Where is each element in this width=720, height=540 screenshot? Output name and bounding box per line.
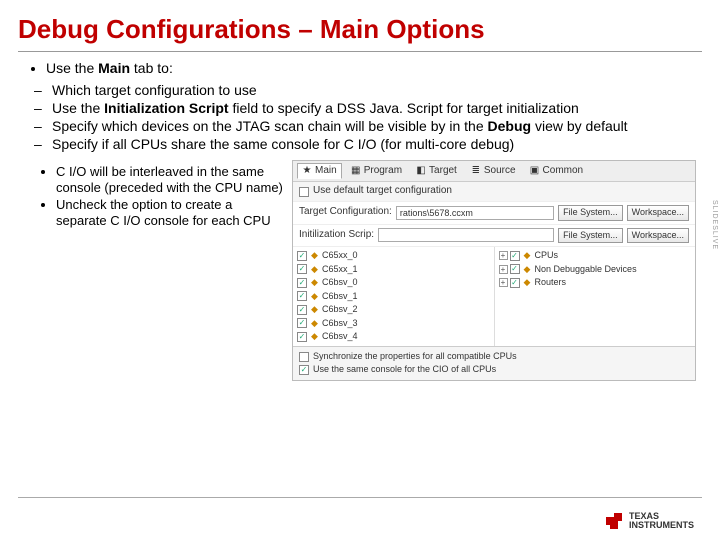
expand-icon[interactable]: + (499, 278, 508, 287)
cpu-tree-item[interactable]: ✓◆C6bsv_4 (297, 330, 490, 344)
cpu-tree-right: +✓◆CPUs+✓◆Non Debuggable Devices+✓◆Route… (495, 247, 696, 346)
checkbox-icon[interactable]: ✓ (297, 278, 307, 288)
cpu-label: C65xx_1 (322, 264, 358, 276)
category-icon: ◆ (522, 264, 533, 276)
tab-program[interactable]: ▦Program (346, 163, 407, 180)
text-field[interactable]: rations\5678.ccxm (396, 206, 554, 220)
ti-logo-text: TEXAS INSTRUMENTS (629, 512, 694, 530)
bullet-l3: C I/O will be interleaved in the same co… (56, 164, 284, 197)
cpu-icon: ◆ (309, 331, 320, 343)
tab-main[interactable]: ★Main (297, 163, 342, 180)
cpu-label: C6bsv_3 (322, 318, 358, 330)
title-underline (18, 51, 702, 52)
program-tab-icon: ▦ (351, 166, 361, 176)
bottom-checks: Synchronize the properties for all compa… (293, 346, 695, 380)
bullet-main: Use the Main tab to: (46, 60, 696, 78)
common-tab-icon: ▣ (530, 166, 540, 176)
cpu-tree-item[interactable]: ✓◆C6bsv_0 (297, 276, 490, 290)
cpu-tree-item[interactable]: ✓◆C6bsv_1 (297, 290, 490, 304)
tab-label: Target (429, 165, 457, 178)
checkbox-icon[interactable]: ✓ (510, 264, 520, 274)
tab-label: Program (364, 165, 402, 178)
checkbox-icon[interactable]: ✓ (510, 278, 520, 288)
field-label: Target Configuration: (299, 206, 392, 219)
target-tab-icon: ◧ (416, 166, 426, 176)
checkbox-icon[interactable]: ✓ (297, 318, 307, 328)
category-tree-item[interactable]: +✓◆Non Debuggable Devices (499, 263, 692, 277)
tab-source[interactable]: ≣Source (466, 163, 521, 180)
cpu-label: C6bsv_0 (322, 277, 358, 289)
checkbox-icon[interactable] (299, 352, 309, 362)
cpu-icon: ◆ (309, 250, 320, 262)
category-tree-item[interactable]: +✓◆Routers (499, 276, 692, 290)
option-row: ✓ Use the same console for the CIO of all… (299, 363, 689, 377)
checkbox-icon[interactable]: ✓ (297, 264, 307, 274)
workspace-button[interactable]: Workspace... (627, 228, 689, 244)
cpu-tree-item[interactable]: ✓◆C6bsv_3 (297, 317, 490, 331)
tab-label: Source (484, 165, 516, 178)
bullet-l3: Uncheck the option to create a separate … (56, 197, 284, 230)
checkbox-icon[interactable]: ✓ (297, 251, 307, 261)
bullet-l2: Specify if all CPUs share the same conso… (52, 136, 696, 154)
main-tab-icon: ★ (302, 166, 312, 176)
expand-icon[interactable]: + (499, 251, 508, 260)
checkbox-icon[interactable]: ✓ (299, 365, 309, 375)
option-label: Use the same console for the CIO of all … (313, 364, 496, 376)
file-system-button[interactable]: File System... (558, 205, 623, 221)
cpu-icon: ◆ (309, 264, 320, 276)
option-label: Synchronize the properties for all compa… (313, 351, 517, 363)
field-label: Initilization Scrip: (299, 229, 374, 242)
text-field[interactable] (378, 228, 554, 242)
cpu-icon: ◆ (309, 291, 320, 303)
use-default-checkbox[interactable] (299, 187, 309, 197)
checkbox-icon[interactable]: ✓ (297, 291, 307, 301)
expand-icon[interactable]: + (499, 265, 508, 274)
bullet-l2: Use the Initialization Script field to s… (52, 100, 696, 118)
category-label: CPUs (535, 250, 559, 262)
cpu-tree-left: ✓◆C65xx_0✓◆C65xx_1✓◆C6bsv_0✓◆C6bsv_1✓◆C6… (293, 247, 495, 346)
checkbox-icon[interactable]: ✓ (510, 251, 520, 261)
file-system-button[interactable]: File System... (558, 228, 623, 244)
cpu-tree-item[interactable]: ✓◆C65xx_1 (297, 263, 490, 277)
category-label: Routers (535, 277, 567, 289)
ti-chip-icon (601, 512, 623, 530)
bullet-l2: Which target configuration to use (52, 82, 696, 100)
option-row: Synchronize the properties for all compa… (299, 350, 689, 364)
cpu-icon: ◆ (309, 277, 320, 289)
bullet-l2: Specify which devices on the JTAG scan c… (52, 118, 696, 136)
category-label: Non Debuggable Devices (535, 264, 637, 276)
cpu-label: C6bsv_1 (322, 291, 358, 303)
cpu-label: C6bsv_2 (322, 304, 358, 316)
debug-config-screenshot: ★Main▦Program◧Target≣Source▣Common Use d… (292, 160, 696, 381)
category-tree-item[interactable]: +✓◆CPUs (499, 249, 692, 263)
cpu-icon: ◆ (309, 318, 320, 330)
cpu-label: C6bsv_4 (322, 331, 358, 343)
footer-divider (18, 497, 702, 498)
category-icon: ◆ (522, 250, 533, 262)
source-tab-icon: ≣ (471, 166, 481, 176)
tab-target[interactable]: ◧Target (411, 163, 462, 180)
cpu-tree-item[interactable]: ✓◆C6bsv_2 (297, 303, 490, 317)
cpu-tree-item[interactable]: ✓◆C65xx_0 (297, 249, 490, 263)
cpu-icon: ◆ (309, 304, 320, 316)
ti-logo: TEXAS INSTRUMENTS (601, 512, 694, 530)
checkbox-icon[interactable]: ✓ (297, 305, 307, 315)
tab-common[interactable]: ▣Common (525, 163, 589, 180)
cpu-label: C65xx_0 (322, 250, 358, 262)
tab-label: Main (315, 165, 337, 178)
workspace-button[interactable]: Workspace... (627, 205, 689, 221)
tab-label: Common (543, 165, 584, 178)
watermark: SLIDESLIVE (711, 200, 718, 250)
category-icon: ◆ (522, 277, 533, 289)
use-default-label: Use default target configuration (313, 185, 452, 198)
tabs-row: ★Main▦Program◧Target≣Source▣Common (293, 161, 695, 183)
checkbox-icon[interactable]: ✓ (297, 332, 307, 342)
slide-title: Debug Configurations – Main Options (0, 0, 720, 49)
